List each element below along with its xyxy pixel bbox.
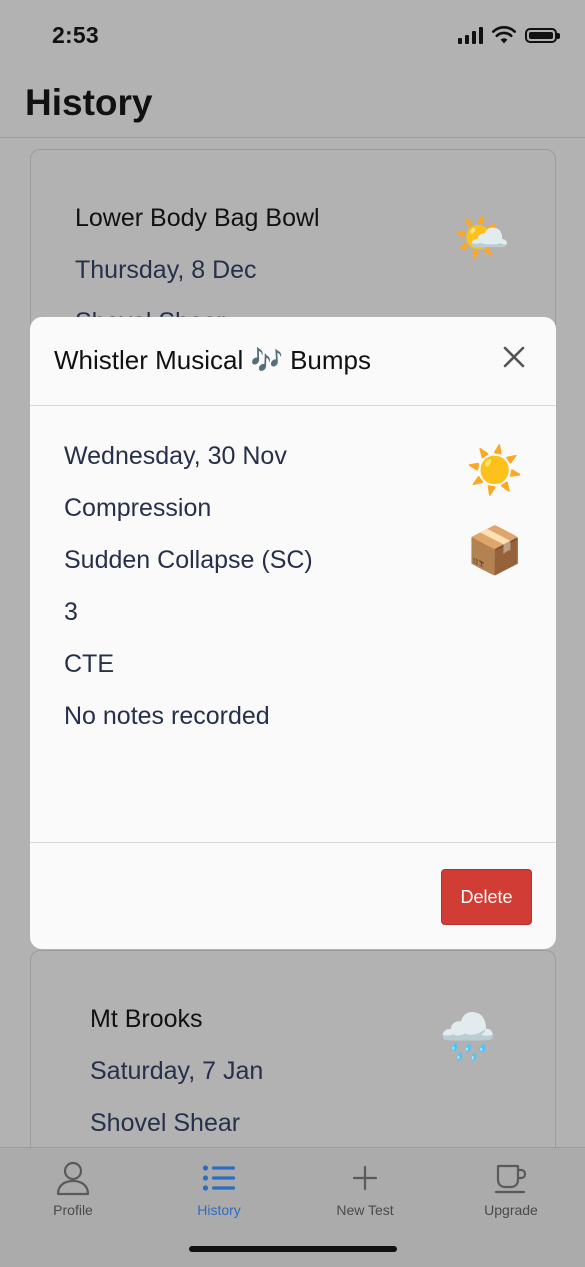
tab-label: New Test	[336, 1202, 394, 1218]
card-date: Saturday, 7 Jan	[90, 1057, 264, 1085]
card-title: Mt Brooks	[90, 1005, 203, 1033]
history-card[interactable]: Mt Brooks Saturday, 7 Jan Shovel Shear 🌧…	[30, 950, 556, 1180]
test-score: 3	[64, 598, 78, 626]
close-button[interactable]	[500, 343, 528, 371]
cup-icon	[494, 1164, 527, 1194]
screen: 2:53 History Lower Body Bag Bowl Thursda…	[0, 0, 585, 1267]
test-type: Compression	[64, 494, 212, 522]
test-notes: No notes recorded	[64, 702, 270, 730]
modal-header: Whistler Musical 🎶 Bumps	[30, 317, 556, 406]
status-icons	[458, 26, 560, 44]
status-bar: 2:53	[0, 0, 585, 74]
sun-icon: ☀️	[466, 444, 524, 496]
plus-icon	[352, 1165, 378, 1191]
wifi-icon	[492, 26, 516, 44]
test-date: Wednesday, 30 Nov	[64, 442, 287, 470]
tab-label: Upgrade	[484, 1202, 538, 1218]
partly-sunny-icon: 🌤️	[453, 211, 511, 263]
test-code: CTE	[64, 650, 114, 678]
status-time: 2:53	[52, 22, 99, 48]
card-title: Lower Body Bag Bowl	[75, 204, 320, 232]
modal-footer: Delete	[30, 842, 556, 949]
tab-upgrade[interactable]: Upgrade	[438, 1158, 584, 1228]
tab-profile[interactable]: Profile	[0, 1158, 146, 1228]
tab-new-test[interactable]: New Test	[292, 1158, 438, 1228]
card-date: Thursday, 8 Dec	[75, 256, 257, 284]
rain-cloud-icon: 🌧️	[439, 1010, 497, 1062]
close-icon	[503, 346, 525, 368]
header: History	[0, 74, 585, 138]
person-icon	[56, 1161, 90, 1196]
tab-history[interactable]: History	[146, 1158, 292, 1228]
tab-label: History	[197, 1202, 241, 1218]
home-indicator	[189, 1246, 397, 1252]
page-title: History	[25, 82, 153, 123]
delete-button[interactable]: Delete	[441, 869, 532, 925]
detail-modal: Whistler Musical 🎶 Bumps Wednesday, 30 N…	[30, 317, 556, 949]
modal-body: Wednesday, 30 Nov Compression Sudden Col…	[30, 405, 556, 842]
test-result: Sudden Collapse (SC)	[64, 546, 313, 574]
battery-icon	[525, 27, 560, 43]
tab-label: Profile	[53, 1202, 93, 1218]
card-detail: Shovel Shear	[90, 1109, 241, 1137]
modal-title: Whistler Musical 🎶 Bumps	[54, 345, 371, 375]
package-icon: 📦	[466, 524, 524, 576]
list-icon	[202, 1165, 235, 1191]
signal-icon	[458, 26, 483, 44]
